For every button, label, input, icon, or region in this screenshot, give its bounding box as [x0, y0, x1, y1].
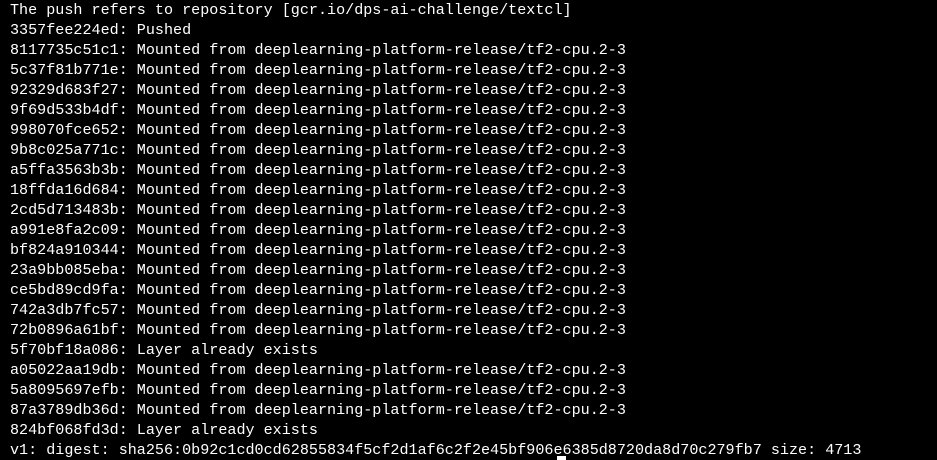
- output-line: 742a3db7fc57: Mounted from deeplearning-…: [10, 301, 626, 319]
- output-line: bf824a910344: Mounted from deeplearning-…: [10, 241, 626, 259]
- output-line: 5f70bf18a086: Layer already exists: [10, 341, 318, 359]
- output-line: 998070fce652: Mounted from deeplearning-…: [10, 121, 626, 139]
- output-line: a5ffa3563b3b: Mounted from deeplearning-…: [10, 161, 626, 179]
- output-line: 18ffda16d684: Mounted from deeplearning-…: [10, 181, 626, 199]
- output-line: 5a8095697efb: Mounted from deeplearning-…: [10, 381, 626, 399]
- output-line: 3357fee224ed: Pushed: [10, 21, 192, 39]
- terminal-output: The push refers to repository [gcr.io/dp…: [10, 0, 861, 460]
- output-line: The push refers to repository [gcr.io/dp…: [10, 1, 572, 19]
- terminal-window[interactable]: The push refers to repository [gcr.io/dp…: [0, 0, 937, 460]
- output-line: 5c37f81b771e: Mounted from deeplearning-…: [10, 61, 626, 79]
- output-line: 9b8c025a771c: Mounted from deeplearning-…: [10, 141, 626, 159]
- output-line: v1: digest: sha256:0b92c1cd0cd62855834f5…: [10, 441, 862, 459]
- output-line: 23a9bb085eba: Mounted from deeplearning-…: [10, 261, 626, 279]
- output-line: a991e8fa2c09: Mounted from deeplearning-…: [10, 221, 626, 239]
- output-line: 824bf068fd3d: Layer already exists: [10, 421, 318, 439]
- output-line: 92329d683f27: Mounted from deeplearning-…: [10, 81, 626, 99]
- output-line: 8117735c51c1: Mounted from deeplearning-…: [10, 41, 626, 59]
- output-line: 2cd5d713483b: Mounted from deeplearning-…: [10, 201, 626, 219]
- output-line: 87a3789db36d: Mounted from deeplearning-…: [10, 401, 626, 419]
- output-line: ce5bd89cd9fa: Mounted from deeplearning-…: [10, 281, 626, 299]
- output-line: 9f69d533b4df: Mounted from deeplearning-…: [10, 101, 626, 119]
- output-line: a05022aa19db: Mounted from deeplearning-…: [10, 361, 626, 379]
- terminal-cursor: [557, 456, 566, 460]
- output-line: 72b0896a61bf: Mounted from deeplearning-…: [10, 321, 626, 339]
